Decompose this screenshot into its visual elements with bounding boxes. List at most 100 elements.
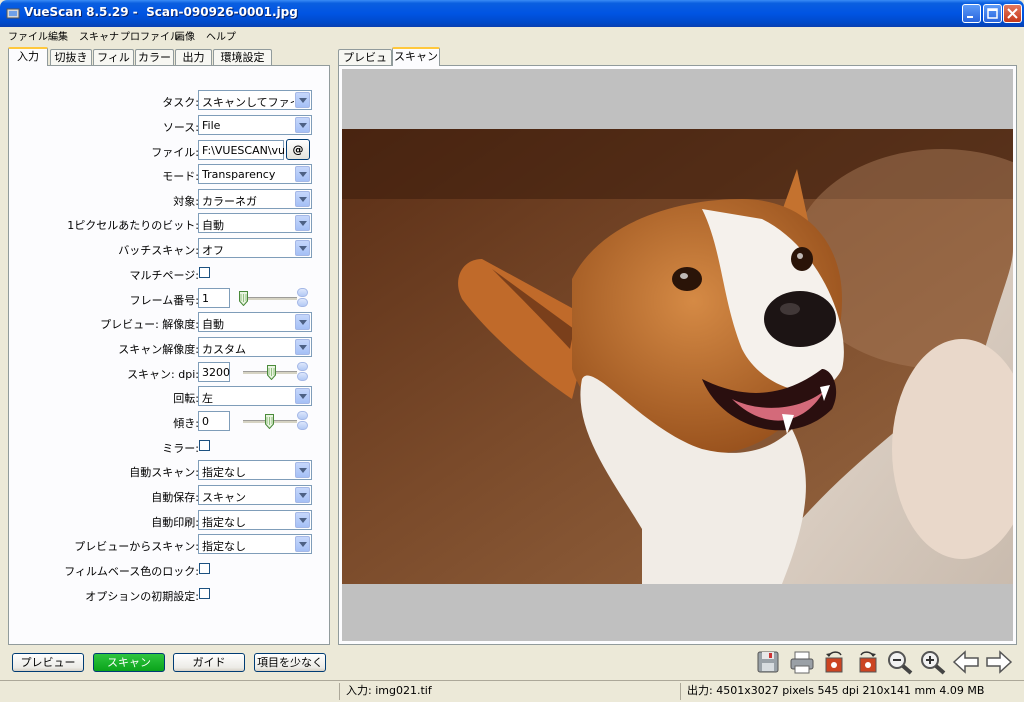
auto-save-select[interactable]: スキャン — [198, 485, 312, 505]
chevron-down-icon — [295, 117, 310, 133]
chevron-down-icon — [295, 240, 310, 256]
arrow-left-icon[interactable] — [952, 649, 980, 675]
scan-res-label: スキャン解像度: — [118, 343, 199, 356]
bits-row: 1ピクセルあたりのビット: 自動 — [9, 213, 331, 235]
auto-scan-select[interactable]: 指定なし — [198, 460, 312, 480]
skew-label: 傾き: — [173, 417, 199, 430]
left-tab-strip: 入力 切抜き フィルタ カラー 出力 環境設定 — [8, 47, 330, 79]
fewer-options-button[interactable]: 項目を少なく — [254, 653, 326, 672]
dpi-input[interactable]: 3200 — [198, 362, 230, 382]
frame-spinner[interactable] — [297, 288, 308, 308]
tab-color[interactable]: カラー — [135, 49, 174, 65]
tab-crop[interactable]: 切抜き — [50, 49, 92, 65]
chevron-down-icon — [295, 191, 310, 207]
task-select[interactable]: スキャンしてファイル( — [198, 90, 312, 110]
input-settings-panel: タスク: スキャンしてファイル( ソース: File ファイル: F:\VUES… — [8, 65, 330, 645]
dpi-spinner[interactable] — [297, 362, 308, 382]
minimize-button[interactable] — [962, 4, 981, 23]
source-select[interactable]: File — [198, 115, 312, 135]
slider-thumb-icon[interactable] — [239, 291, 248, 306]
dpi-row: スキャン: dpi: 3200 — [9, 362, 331, 384]
task-row: タスク: スキャンしてファイル( — [9, 90, 331, 112]
tab-filter[interactable]: フィルタ — [93, 49, 134, 79]
multipage-checkbox[interactable] — [199, 267, 210, 278]
chevron-down-icon — [295, 487, 310, 503]
chevron-down-icon — [295, 388, 310, 404]
arrow-right-icon[interactable] — [985, 649, 1013, 675]
media-select[interactable]: カラーネガ — [198, 189, 312, 209]
skew-spinner[interactable] — [297, 411, 308, 431]
file-browse-button[interactable]: @ — [286, 139, 310, 160]
frame-slider[interactable] — [239, 288, 299, 308]
bits-label: 1ピクセルあたりのビット: — [67, 219, 199, 232]
slider-thumb-icon[interactable] — [265, 414, 274, 429]
file-input[interactable]: F:\VUESCAN\vu — [198, 140, 285, 160]
mode-row: モード: Transparency — [9, 164, 331, 186]
tab-input[interactable]: 入力 — [8, 47, 48, 66]
zoom-in-icon[interactable] — [919, 649, 947, 675]
auto-scan-label: 自動スキャン: — [129, 466, 199, 479]
media-label: 対象: — [173, 195, 199, 208]
rotation-label: 回転: — [173, 392, 199, 405]
right-tab-strip: プレビュー スキャン — [338, 47, 538, 79]
status-bar: 入力: img021.tif 出力: 4501x3027 pixels 545 … — [0, 680, 1024, 702]
rotate-left-icon[interactable] — [821, 649, 849, 675]
auto-print-select[interactable]: 指定なし — [198, 510, 312, 530]
corgi-photo-image — [342, 129, 1024, 584]
chevron-down-icon — [295, 339, 310, 355]
save-icon[interactable] — [754, 649, 782, 675]
source-label: ソース: — [162, 121, 199, 134]
auto-print-row: 自動印刷: 指定なし — [9, 510, 331, 532]
default-options-checkbox[interactable] — [199, 588, 210, 599]
menu-help[interactable]: ヘルプ — [206, 28, 236, 43]
scanned-photo — [342, 129, 1024, 584]
guide-button[interactable]: ガイド — [173, 653, 245, 672]
slider-thumb-icon[interactable] — [267, 365, 276, 380]
skew-slider[interactable] — [239, 411, 299, 431]
batch-select[interactable]: オフ — [198, 238, 312, 258]
tab-scan[interactable]: スキャン — [392, 47, 440, 66]
menu-scanner[interactable]: スキャナ — [79, 28, 119, 43]
menu-image[interactable]: 画像 — [175, 28, 195, 43]
scan-from-preview-select[interactable]: 指定なし — [198, 534, 312, 554]
auto-print-label: 自動印刷: — [151, 516, 199, 529]
menu-bar: ファイル 編集 スキャナ プロファイル 画像 ヘルプ — [0, 27, 1024, 43]
task-label: タスク: — [162, 96, 199, 109]
rotation-select[interactable]: 左 — [198, 386, 312, 406]
menu-edit[interactable]: 編集 — [48, 28, 68, 43]
skew-input[interactable]: 0 — [198, 411, 230, 431]
title-bar: VueScan 8.5.29 - Scan-090926-0001.jpg — [0, 0, 1024, 27]
tab-preview[interactable]: プレビュー — [338, 49, 392, 79]
frame-input[interactable]: 1 — [198, 288, 230, 308]
mirror-checkbox[interactable] — [199, 440, 210, 451]
scan-from-preview-row: プレビューからスキャン: 指定なし — [9, 534, 331, 556]
dpi-slider[interactable] — [239, 362, 299, 382]
auto-save-label: 自動保存: — [151, 491, 199, 504]
lock-film-base-row: フィルムベース色のロック: — [9, 559, 331, 581]
window-title: VueScan 8.5.29 - Scan-090926-0001.jpg — [24, 5, 298, 19]
lock-film-base-checkbox[interactable] — [199, 563, 210, 574]
tab-output[interactable]: 出力 — [175, 49, 212, 65]
menu-profile[interactable]: プロファイル — [120, 28, 180, 43]
dpi-label: スキャン: dpi: — [127, 368, 199, 381]
chevron-down-icon — [295, 462, 310, 478]
auto-scan-row: 自動スキャン: 指定なし — [9, 460, 331, 482]
preview-res-label: プレビュー: 解像度: — [100, 318, 199, 331]
menu-file[interactable]: ファイル — [8, 28, 48, 43]
mode-label: モード: — [162, 170, 199, 183]
bits-select[interactable]: 自動 — [198, 213, 312, 233]
tab-prefs[interactable]: 環境設定 — [213, 49, 272, 65]
scan-button[interactable]: スキャン — [93, 653, 165, 672]
print-icon[interactable] — [788, 649, 816, 675]
preview-res-select[interactable]: 自動 — [198, 312, 312, 332]
zoom-out-icon[interactable] — [886, 649, 914, 675]
mode-select[interactable]: Transparency — [198, 164, 312, 184]
preview-canvas[interactable] — [342, 69, 1024, 641]
mirror-row: ミラー: — [9, 436, 331, 458]
rotation-row: 回転: 左 — [9, 386, 331, 408]
scan-res-select[interactable]: カスタム — [198, 337, 312, 357]
close-button[interactable] — [1003, 4, 1022, 23]
preview-button[interactable]: プレビュー — [12, 653, 84, 672]
rotate-right-icon[interactable] — [853, 649, 881, 675]
maximize-button[interactable] — [983, 4, 1002, 23]
